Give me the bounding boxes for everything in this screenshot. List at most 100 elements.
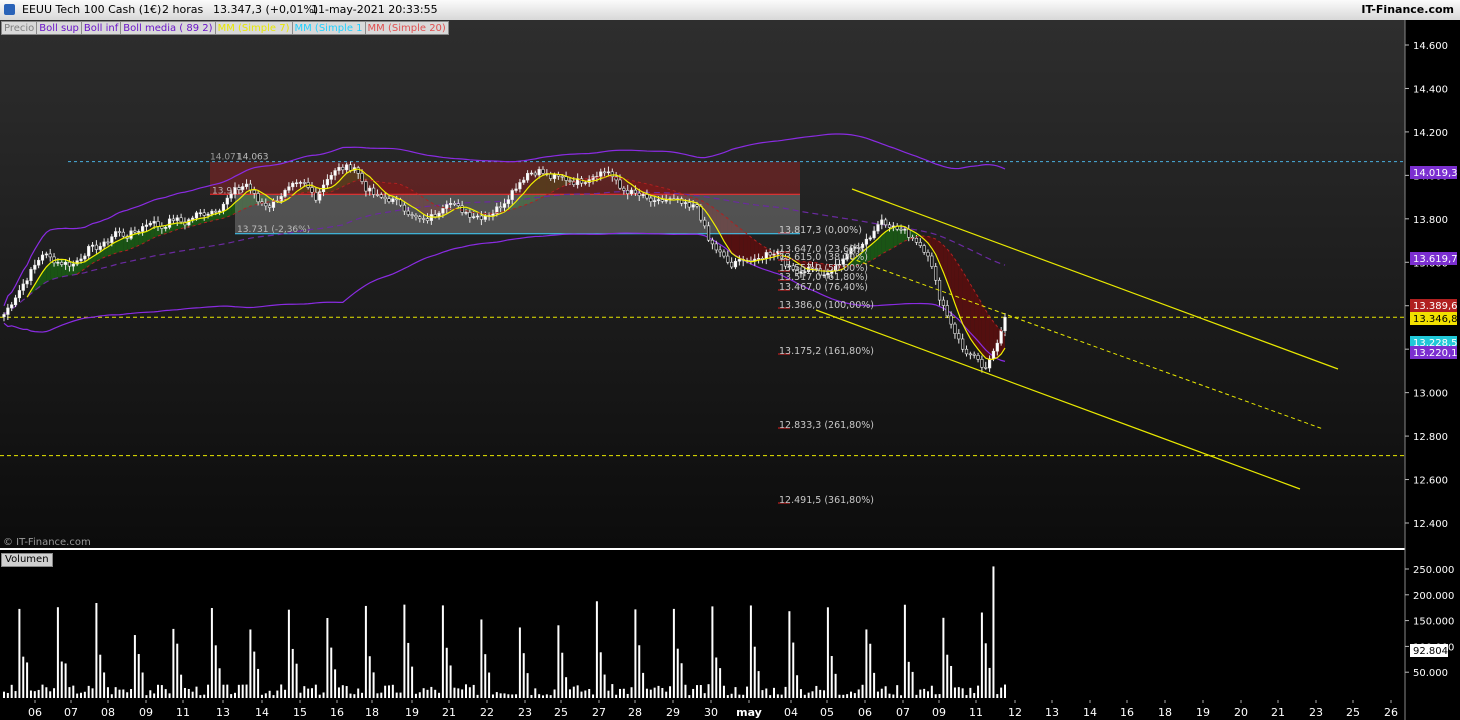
volume-bar <box>942 617 945 698</box>
candle <box>583 182 587 184</box>
volume-bar <box>126 692 129 698</box>
candle <box>229 193 233 199</box>
volume-bar <box>22 656 25 698</box>
volume-bar <box>276 690 279 698</box>
volume-bar <box>603 674 606 698</box>
volume-bar <box>557 625 560 698</box>
candle <box>899 228 903 231</box>
y-tick-label: 12.400 <box>1413 519 1448 530</box>
chart-canvas[interactable]: 14.60014.40014.20014.00013.80013.60013.4… <box>0 20 1460 720</box>
candle <box>152 221 156 224</box>
candle <box>179 217 183 223</box>
volume-bar <box>672 608 675 698</box>
volume-bar <box>957 687 960 698</box>
y-tick-label: 12.800 <box>1413 432 1448 443</box>
x-tick-label: 07 <box>896 706 910 719</box>
volume-bar <box>180 674 183 698</box>
last-quote: 13.347,3 (+0,01%) <box>213 3 319 16</box>
volume-bar <box>657 685 660 698</box>
candle <box>691 204 695 208</box>
candle <box>610 171 614 177</box>
candle <box>325 179 330 186</box>
candle <box>718 249 722 253</box>
x-tick-label: may <box>736 706 762 719</box>
volume-bar <box>522 653 525 698</box>
candle <box>433 214 437 217</box>
quote-datetime: 11-may-2021 20:33:55 <box>311 3 438 16</box>
volume-bar <box>95 603 98 698</box>
volume-bar <box>353 694 356 698</box>
candle <box>121 231 125 237</box>
volume-bar <box>518 627 521 698</box>
candle <box>599 171 603 177</box>
x-tick-label: 06 <box>28 706 42 719</box>
x-tick-label: 14 <box>1083 706 1097 719</box>
volume-bar <box>946 654 949 698</box>
candle <box>302 182 306 184</box>
legend-ma-1[interactable]: MM (Simple 1 <box>291 21 366 35</box>
candle <box>506 199 510 204</box>
legend-boll-inf[interactable]: Boll inf <box>80 21 122 35</box>
legend-price[interactable]: Precio <box>1 21 38 35</box>
price-tag-text: 13.346,8 <box>1413 314 1458 325</box>
ma-cloud-segment <box>142 231 147 244</box>
candle <box>6 307 10 315</box>
candle <box>283 189 287 197</box>
volume-bar <box>237 684 240 698</box>
candle <box>525 173 530 181</box>
candle <box>472 216 476 218</box>
fib-level-label: 13.615,0 (38,20%) <box>779 252 868 263</box>
volume-bar <box>18 608 21 698</box>
candle <box>379 194 383 198</box>
candle <box>499 206 503 209</box>
volume-bar <box>996 694 999 698</box>
volume-bar <box>172 628 175 698</box>
volume-bar <box>314 684 317 698</box>
volume-bar <box>730 693 733 698</box>
candle <box>406 210 410 215</box>
x-tick-label: 11 <box>969 706 983 719</box>
volume-bar <box>257 668 260 698</box>
volume-bar <box>303 686 306 698</box>
candle <box>918 242 922 246</box>
candle <box>483 215 487 220</box>
candle <box>233 187 237 195</box>
volume-bar <box>133 635 136 698</box>
candle <box>887 224 892 228</box>
legend-boll-media[interactable]: Boll media ( 89 2) <box>120 21 216 35</box>
candle <box>202 212 206 216</box>
price-tag-text: 13.220,1 <box>1413 348 1458 359</box>
volume-bar <box>515 694 518 698</box>
candle <box>922 245 926 253</box>
volume-bar <box>688 695 691 698</box>
volume-bar <box>911 671 914 698</box>
volume-bar <box>280 684 283 698</box>
candle <box>44 253 48 256</box>
vol-tick-label: 50.000 <box>1413 668 1448 679</box>
volume-bar <box>87 685 90 698</box>
candle <box>949 315 953 325</box>
volume-bar <box>599 652 602 698</box>
volume-bar <box>869 643 872 698</box>
volume-bar <box>41 684 44 698</box>
candle <box>206 213 210 216</box>
candle <box>368 187 372 192</box>
candle <box>768 252 772 256</box>
volume-bar <box>742 694 745 698</box>
legend-ma-20[interactable]: MM (Simple 20) <box>364 21 449 35</box>
volume-bar <box>80 692 82 698</box>
candle <box>602 171 607 174</box>
candle <box>102 241 106 247</box>
candle <box>930 255 934 267</box>
volume-bar <box>53 688 56 698</box>
legend-ma-7[interactable]: MM (Simple 7) <box>214 21 293 35</box>
volume-bar <box>850 691 852 698</box>
volume-bar <box>472 684 475 698</box>
volume-bar <box>961 688 964 698</box>
legend-boll-sup[interactable]: Boll sup <box>36 21 82 35</box>
candle <box>90 244 95 247</box>
ma-cloud-segment <box>743 230 748 262</box>
volume-bar <box>264 693 267 698</box>
candle <box>1003 316 1007 332</box>
x-tick-label: 18 <box>365 706 379 719</box>
